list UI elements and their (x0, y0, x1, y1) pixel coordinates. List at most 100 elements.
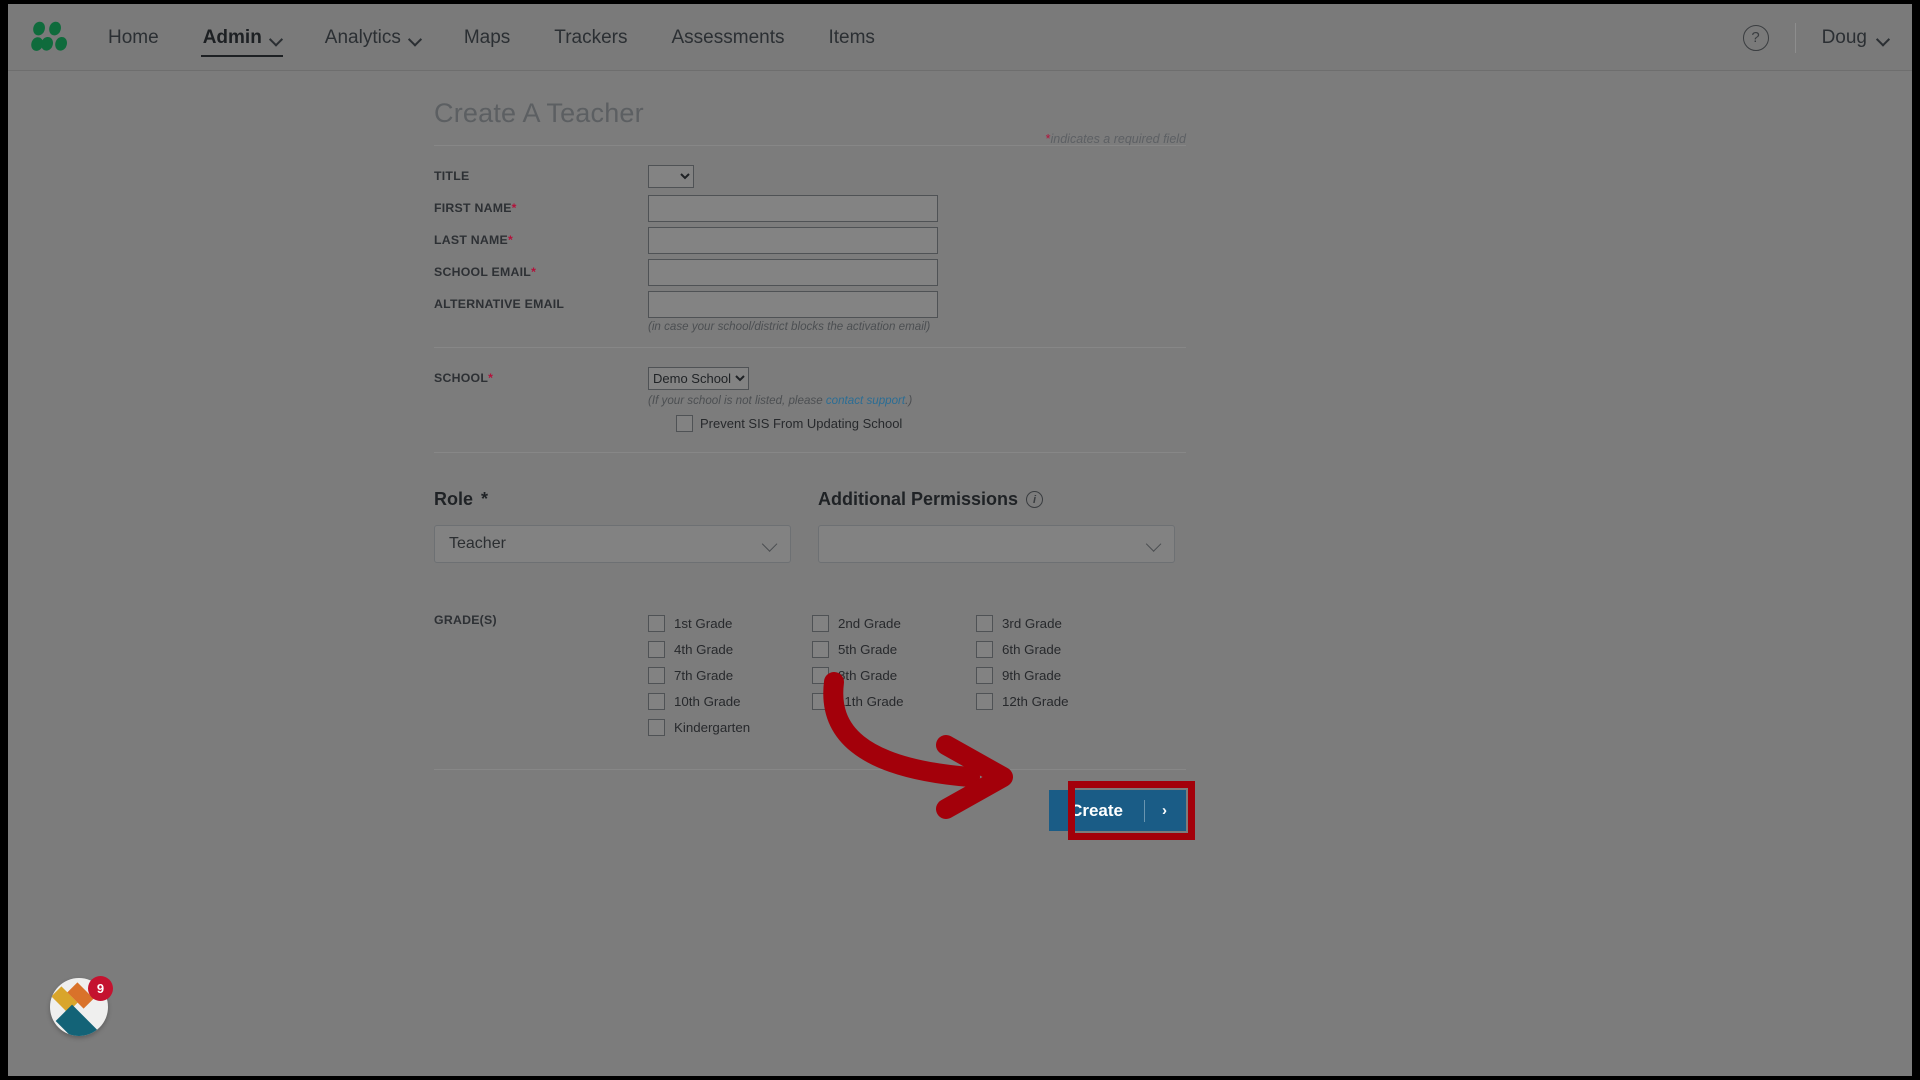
nav-item-label: Assessments (671, 26, 785, 48)
grade-checkbox[interactable] (648, 614, 665, 632)
grade-checkbox-row: 12th Grade (976, 688, 1140, 714)
help-icon[interactable]: ? (1742, 24, 1769, 51)
grade-checkbox[interactable] (812, 614, 829, 632)
user-menu[interactable]: Doug (1822, 27, 1888, 49)
nav-item-items[interactable]: Items (806, 4, 896, 71)
dots-leaf-logo-icon (31, 21, 68, 51)
grade-checkbox[interactable] (812, 692, 829, 710)
grade-checkbox[interactable] (648, 692, 665, 710)
grade-checkbox[interactable] (976, 692, 993, 710)
role-select[interactable]: Teacher (434, 525, 791, 563)
permissions-group: Additional Permissions i (818, 489, 1175, 563)
nav-item-label: Admin (202, 26, 262, 48)
nav-item-maps[interactable]: Maps (442, 4, 532, 71)
nav-right-cluster: ? Doug (1742, 4, 1888, 71)
nav-item-home[interactable]: Home (86, 4, 181, 71)
school-email-label: SCHOOL EMAIL* (434, 265, 648, 279)
contact-support-link[interactable]: contact support (826, 394, 905, 407)
school-select[interactable]: Demo School (648, 366, 749, 390)
role-select-value: Teacher (449, 535, 506, 552)
nav-item-label: Trackers (554, 26, 628, 48)
school-email-label-text: SCHOOL EMAIL (434, 265, 532, 279)
title-label: TITLE (434, 169, 470, 183)
school-hint: (If your school is not listed, please co… (648, 394, 1186, 407)
grade-label: 5th Grade (838, 641, 898, 657)
create-button[interactable]: Create › (1049, 790, 1186, 831)
chevron-down-icon (1147, 539, 1160, 552)
grade-label: 10th Grade (674, 693, 741, 709)
last-name-label-text: LAST NAME (434, 233, 508, 247)
grade-label: 9th Grade (1002, 667, 1062, 683)
chevron-right-icon: › (1162, 802, 1167, 819)
permissions-heading-text: Additional Permissions (818, 489, 1019, 509)
grade-label: 7th Grade (674, 667, 734, 683)
alternative-email-label: ALTERNATIVE EMAIL (434, 297, 565, 311)
diamond-teal-icon (55, 1004, 101, 1036)
chevron-down-icon (1877, 35, 1888, 42)
grades-column-3: 3rd Grade 6th Grade 9th Grade 12th Grade (976, 610, 1140, 740)
nav-item-label: Items (828, 26, 875, 48)
grade-checkbox-row: 7th Grade (648, 662, 812, 688)
grade-label: Kindergarten (674, 719, 751, 735)
grade-label: 8th Grade (838, 667, 898, 683)
required-note-text: indicates a required field (1050, 132, 1187, 146)
button-separator (1144, 799, 1145, 822)
grade-checkbox-row: 3rd Grade (976, 610, 1140, 636)
chevron-down-icon (409, 35, 420, 42)
app-logo[interactable] (30, 20, 74, 54)
create-teacher-form: Create A Teacher * indicates a required f… (434, 71, 1195, 840)
page-title: Create A Teacher (434, 98, 644, 128)
first-name-input[interactable] (648, 194, 938, 222)
school-hint-post: .) (905, 394, 913, 407)
submit-row: Create › (434, 781, 1195, 840)
grade-checkbox[interactable] (812, 640, 829, 658)
grade-checkbox[interactable] (648, 640, 665, 658)
grade-checkbox-row: 11th Grade (812, 688, 976, 714)
title-select[interactable] (648, 164, 694, 188)
prevent-sis-checkbox[interactable] (676, 415, 693, 432)
active-nav-underline (200, 55, 283, 57)
nav-item-label: Maps (463, 26, 511, 48)
first-name-label-text: FIRST NAME (434, 201, 512, 215)
grades-label: GRADE(S) (434, 613, 497, 627)
grade-checkbox[interactable] (648, 666, 665, 684)
permissions-heading: Additional Permissions i (818, 489, 1175, 510)
role-permissions-area: Role * Teacher Additional Permissions i (434, 489, 1186, 563)
grade-checkbox[interactable] (976, 614, 993, 632)
nav-item-label: Analytics (324, 26, 401, 48)
school-email-input[interactable] (648, 258, 938, 286)
grade-checkbox[interactable] (976, 640, 993, 658)
nav-item-trackers[interactable]: Trackers (532, 4, 649, 71)
field-row-school: SCHOOL* Demo School (434, 362, 1186, 394)
permissions-select[interactable] (818, 525, 1175, 563)
field-row-title: TITLE (434, 160, 1186, 192)
grade-checkbox[interactable] (812, 666, 829, 684)
last-name-input[interactable] (648, 226, 938, 254)
grade-checkbox-row: 4th Grade (648, 636, 812, 662)
required-marker: * (507, 233, 514, 247)
nav-item-analytics[interactable]: Analytics (303, 4, 442, 71)
nav-item-assessments[interactable]: Assessments (650, 4, 807, 71)
guide-launcher[interactable]: 9 (50, 976, 116, 1044)
nav-item-admin[interactable]: Admin (181, 4, 303, 71)
divider (434, 452, 1186, 453)
field-row-first-name: FIRST NAME* (434, 192, 1186, 224)
info-icon[interactable]: i (1026, 491, 1044, 508)
role-group: Role * Teacher (434, 489, 791, 563)
grade-checkbox-row: 2nd Grade (812, 610, 976, 636)
user-menu-label: Doug (1821, 26, 1867, 48)
role-required-marker: * (481, 489, 489, 509)
alternative-email-input[interactable] (648, 290, 938, 318)
grade-label: 3rd Grade (1002, 615, 1062, 631)
divider (434, 347, 1186, 348)
chevron-down-icon (763, 539, 776, 552)
field-row-last-name: LAST NAME* (434, 224, 1186, 256)
grade-checkbox[interactable] (976, 666, 993, 684)
grade-checkbox-row: 6th Grade (976, 636, 1140, 662)
first-name-label: FIRST NAME* (434, 201, 648, 215)
grade-checkbox-row: 5th Grade (812, 636, 976, 662)
top-navigation-bar: Home Admin Analytics Maps Trackers Asses… (8, 4, 1912, 71)
grade-checkbox[interactable] (648, 718, 665, 736)
notification-badge: 9 (88, 976, 113, 1001)
grades-columns: 1st Grade 4th Grade 7th Grade 10th Grade (648, 610, 1140, 740)
